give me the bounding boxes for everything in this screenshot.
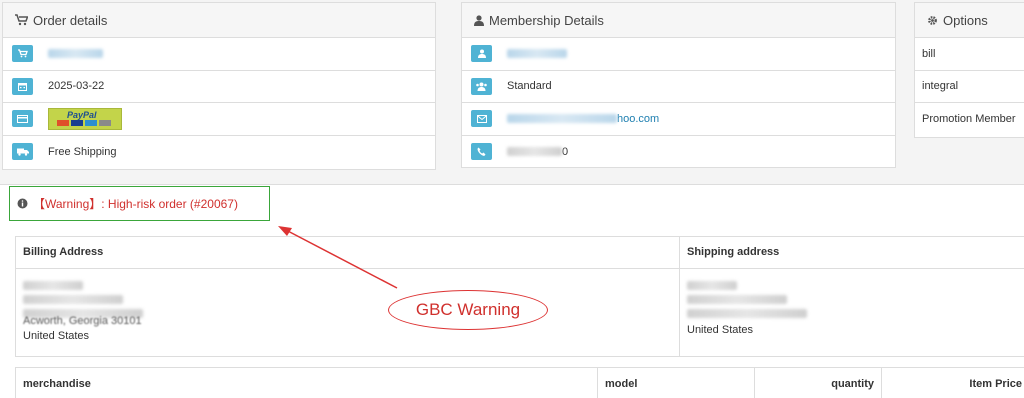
options-header: Options [915,3,1024,38]
order-details-title: Order details [33,12,108,28]
shopping-cart-icon [15,14,28,26]
option-integral[interactable]: integral [915,71,1024,103]
order-details-header: Order details [3,3,435,38]
shipping-address-cell: United States [679,268,1024,357]
member-email-link[interactable]: hoo.com [617,113,659,125]
calendar-icon [12,77,33,95]
order-row-shipping: Free Shipping [3,136,435,169]
membership-details-header: Membership Details [462,3,895,38]
member-phone-suffix: 0 [562,145,569,158]
membership-level: Standard [507,80,552,93]
redacted-billing-name [23,281,83,290]
billing-address-header: Billing Address [15,236,680,269]
order-row-store [3,38,435,71]
member-row-level: Standard [462,71,895,103]
order-details-panel: Order details 2025-03-22 PayPal Free Shi… [2,2,436,170]
billing-country: United States [23,330,90,342]
member-row-email: hoo.com [462,103,895,136]
options-title: Options [943,12,988,28]
credit-card-icon [12,110,33,128]
users-group-icon [471,77,492,95]
col-item-price: Item Price [881,367,1024,398]
gbc-warning-annotation: GBC Warning [388,290,548,330]
order-body: 【Warning】: High-risk order (#20067) Bill… [0,184,1024,398]
billing-city: Acworth, Georgia 30101 [23,315,142,327]
option-promotion-member[interactable]: Promotion Member [915,103,1024,136]
billing-address-cell: Acworth, Georgia 30101 United States [15,268,680,357]
redacted-member-name [507,49,567,59]
user-icon [474,14,484,26]
phone-icon [471,143,492,161]
paypal-logo-text: PayPal [67,109,97,120]
member-row-phone: 0 [462,136,895,169]
high-risk-warning: 【Warning】: High-risk order (#20067) [9,186,270,221]
col-merchandise: merchandise [15,367,598,398]
order-date: 2025-03-22 [48,80,105,93]
option-bill[interactable]: bill [915,38,1024,71]
warning-text: 【Warning】: High-risk order (#20067) [33,197,238,211]
order-row-payment: PayPal [3,103,435,136]
redacted-email [507,114,617,124]
shipping-address-header: Shipping address [679,236,1024,269]
col-model: model [597,367,755,398]
col-quantity: quantity [754,367,882,398]
truck-icon [12,143,33,161]
redacted-shipping-street [687,295,787,304]
shipping-method: Free Shipping [48,145,117,158]
cart-icon [12,45,33,63]
redacted-shipping-name [687,281,737,290]
envelope-icon [471,110,492,128]
info-circle-icon [17,198,28,209]
paypal-logo: PayPal [48,107,122,130]
member-row-name [462,38,895,71]
order-row-date: 2025-03-22 [3,71,435,103]
gear-icon [928,15,937,25]
merchandise-table: merchandise model quantity Item Price [15,367,1024,398]
redacted-phone [507,147,562,157]
shipping-country: United States [687,324,754,336]
user-icon [471,45,492,63]
card-logos [57,119,111,126]
membership-details-panel: Membership Details Standard hoo.com 0 [461,2,896,168]
membership-details-title: Membership Details [489,12,604,28]
redacted-shipping-line [687,309,807,318]
options-panel: Options bill integral Promotion Member [914,2,1024,138]
redacted-billing-street [23,295,123,304]
redacted-store-name [48,49,103,59]
